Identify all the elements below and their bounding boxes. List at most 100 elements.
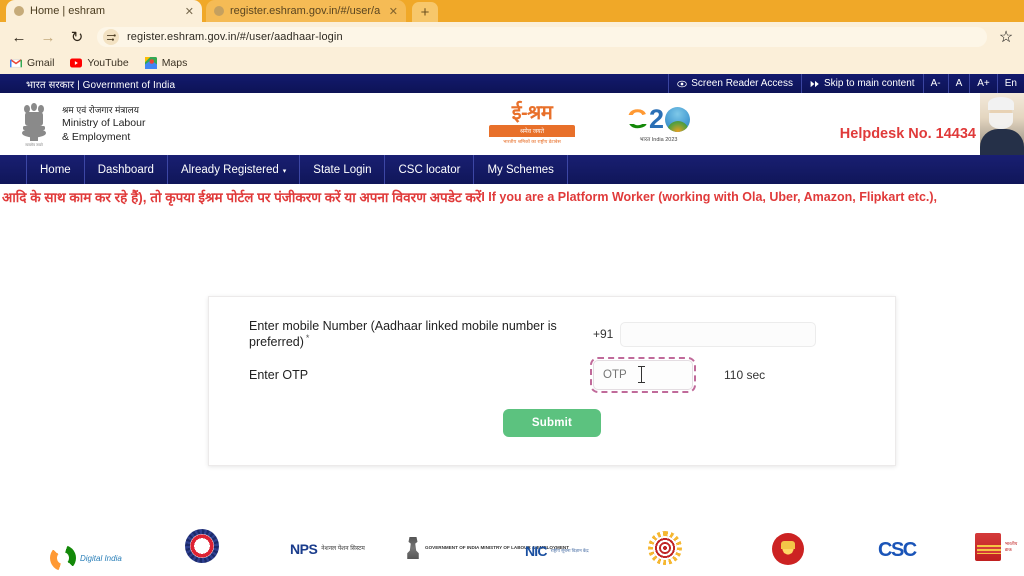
gmail-icon [10,57,22,69]
g20-lotus-icon [666,120,689,132]
announcement-marquee: आदि के साथ काम कर रहे हैं), तो कृपया ईश्… [0,184,1024,210]
language-selector[interactable]: En [996,74,1024,93]
aadhaar-icon [648,531,682,565]
youtube-icon [70,57,83,69]
bookmark-star-icon[interactable]: ☆ [998,29,1014,46]
bookmarks-bar: Gmail YouTube Maps [0,52,1024,74]
eshram-tagline: श्रमेव जयते [519,129,545,135]
bookmark-label: YouTube [87,57,129,69]
skip-link-label: Skip to main content [823,78,915,89]
otp-input[interactable] [590,357,696,394]
address-bar[interactable]: register.eshram.gov.in/#/user/aadhaar-lo… [97,27,987,47]
nav-item-csc-locator[interactable]: CSC locator [385,155,475,184]
skip-to-main-content-link[interactable]: Skip to main content [800,74,923,93]
browser-tab-register[interactable]: register.eshram.gov.in/#/user/a ✕ [206,0,406,22]
back-icon[interactable]: ← [10,28,28,46]
logo-digital-india[interactable]: Digital India [50,545,122,571]
digital-india-icon [50,545,76,571]
ministry-name-hindi: श्रम एवं रोजगार मंत्रालय [62,104,140,115]
logo-india-post[interactable]: भारतीय डाक [975,533,1024,561]
mobile-number-control: +91 [593,321,855,347]
india-emblem-icon: सत्यमेव जयते [22,103,46,147]
chevron-down-icon: ▾ [282,167,287,175]
government-of-india-label: भारत सरकार | Government of India [26,79,176,91]
nav-label: Already Registered [180,163,279,176]
mobile-number-input[interactable] [620,321,817,347]
logo-esic[interactable] [185,529,219,563]
close-tab-icon[interactable]: ✕ [389,5,398,18]
nav-item-state-login[interactable]: State Login [300,155,386,184]
india-post-label: भारतीय डाक [1004,541,1018,552]
eshram-logo-text: ई-श्रम [511,102,553,124]
svg-text:सत्यमेव जयते: सत्यमेव जयते [25,142,43,147]
nav-item-my-schemes[interactable]: My Schemes [474,155,568,184]
ministry-name-line1: Ministry of Labour [62,116,146,129]
esic-icon [185,529,219,563]
forward-icon[interactable]: → [39,28,57,46]
nav-item-already-registered[interactable]: Already Registered ▾ [168,155,301,184]
otp-control: 110 sec [590,357,855,394]
country-code-label: +91 [593,327,614,342]
government-bar: भारत सरकार | Government of India Screen … [0,74,1024,93]
browser-toolbar: ← → ↻ register.eshram.gov.in/#/user/aadh… [0,22,1024,52]
pm-portrait-image [980,93,1024,155]
portrait-beard [989,113,1013,129]
bookmark-youtube[interactable]: YouTube [70,57,129,69]
eshram-logo[interactable]: ई-श्रम श्रमेव जयते भारतीय श्रमिकों का रा… [489,103,575,145]
mobile-label-text: Enter mobile Number (Aadhaar linked mobi… [249,319,557,350]
font-normal-button[interactable]: A [947,74,970,93]
eshram-subtitle: भारतीय श्रमिकों का राष्ट्रीय डेटाबेस [503,139,561,144]
mobile-number-row: Enter mobile Number (Aadhaar linked mobi… [209,319,895,349]
required-asterisk: * [305,333,310,343]
logo-aadhaar[interactable] [648,531,682,565]
reload-icon[interactable]: ↻ [68,28,86,46]
submit-button[interactable]: Submit [503,409,601,438]
logo-nic[interactable]: NIC राष्ट्रीय सूचना विज्ञान केंद्र [525,543,589,559]
tab-favicon-icon [14,6,24,16]
browser-tab-home[interactable]: Home | eshram ✕ [6,0,202,22]
aadhaar-fingerprint-icon [653,536,677,560]
mobile-number-label: Enter mobile Number (Aadhaar linked mobi… [249,319,593,349]
font-decrease-button[interactable]: A- [922,74,948,93]
g20-digit-2: 2 [649,103,665,134]
screen-reader-label: Screen Reader Access [691,78,793,89]
bookmark-maps[interactable]: Maps [144,57,187,69]
g20-caption: भारत India 2023 [639,136,678,143]
page-content: भारत सरकार | Government of India Screen … [0,74,1024,571]
eye-icon [677,80,687,87]
otp-row: Enter OTP 110 sec [209,357,895,394]
nav-item-dashboard[interactable]: Dashboard [85,155,168,184]
nps-label: NPS [290,541,318,557]
otp-timer: 110 sec [724,368,766,383]
url-text: register.eshram.gov.in/#/user/aadhaar-lo… [127,31,343,43]
new-tab-button[interactable]: + [412,2,438,22]
otp-label: Enter OTP [249,368,309,383]
marquee-text-english: I If you are a Platform Worker (working … [481,190,938,204]
csc-label: CSC [878,539,917,561]
accessibility-controls: Screen Reader Access Skip to main conten… [668,74,1024,93]
text-cursor-icon [638,366,645,384]
nic-subtitle: राष्ट्रीय सूचना विज्ञान केंद्र [550,548,589,554]
portrait-hair [988,97,1014,110]
screen-reader-access-link[interactable]: Screen Reader Access [668,74,801,93]
nav-label: State Login [313,163,372,176]
logo-nps[interactable]: NPS नेशनल पेंशन सिस्टम [290,541,365,557]
ministry-emblem-icon [407,537,419,559]
ministry-branding: सत्यमेव जयते श्रम एवं रोजगार मंत्रालय Mi… [14,100,314,148]
nav-label: Home [40,163,71,176]
bookmark-gmail[interactable]: Gmail [10,57,54,69]
g20-globe-icon [665,106,691,132]
digital-india-label: Digital India [80,553,122,563]
skip-forward-icon [810,80,819,87]
partner-logos-strip: Digital India NPS नेशनल पेंशन सिस्टम GOV… [0,529,1024,576]
india-post-icon [975,533,1001,561]
close-tab-icon[interactable]: ✕ [185,5,194,18]
g20-logo-mark: G 2 [627,103,691,134]
logo-csc[interactable]: CSC [878,539,917,562]
font-increase-button[interactable]: A+ [969,74,997,93]
logo-epfo[interactable] [772,533,804,565]
site-settings-icon[interactable] [103,29,119,45]
nps-subtitle: नेशनल पेंशन सिस्टम [321,545,365,552]
portrait-body [980,129,1024,155]
nav-item-home[interactable]: Home [26,155,85,184]
